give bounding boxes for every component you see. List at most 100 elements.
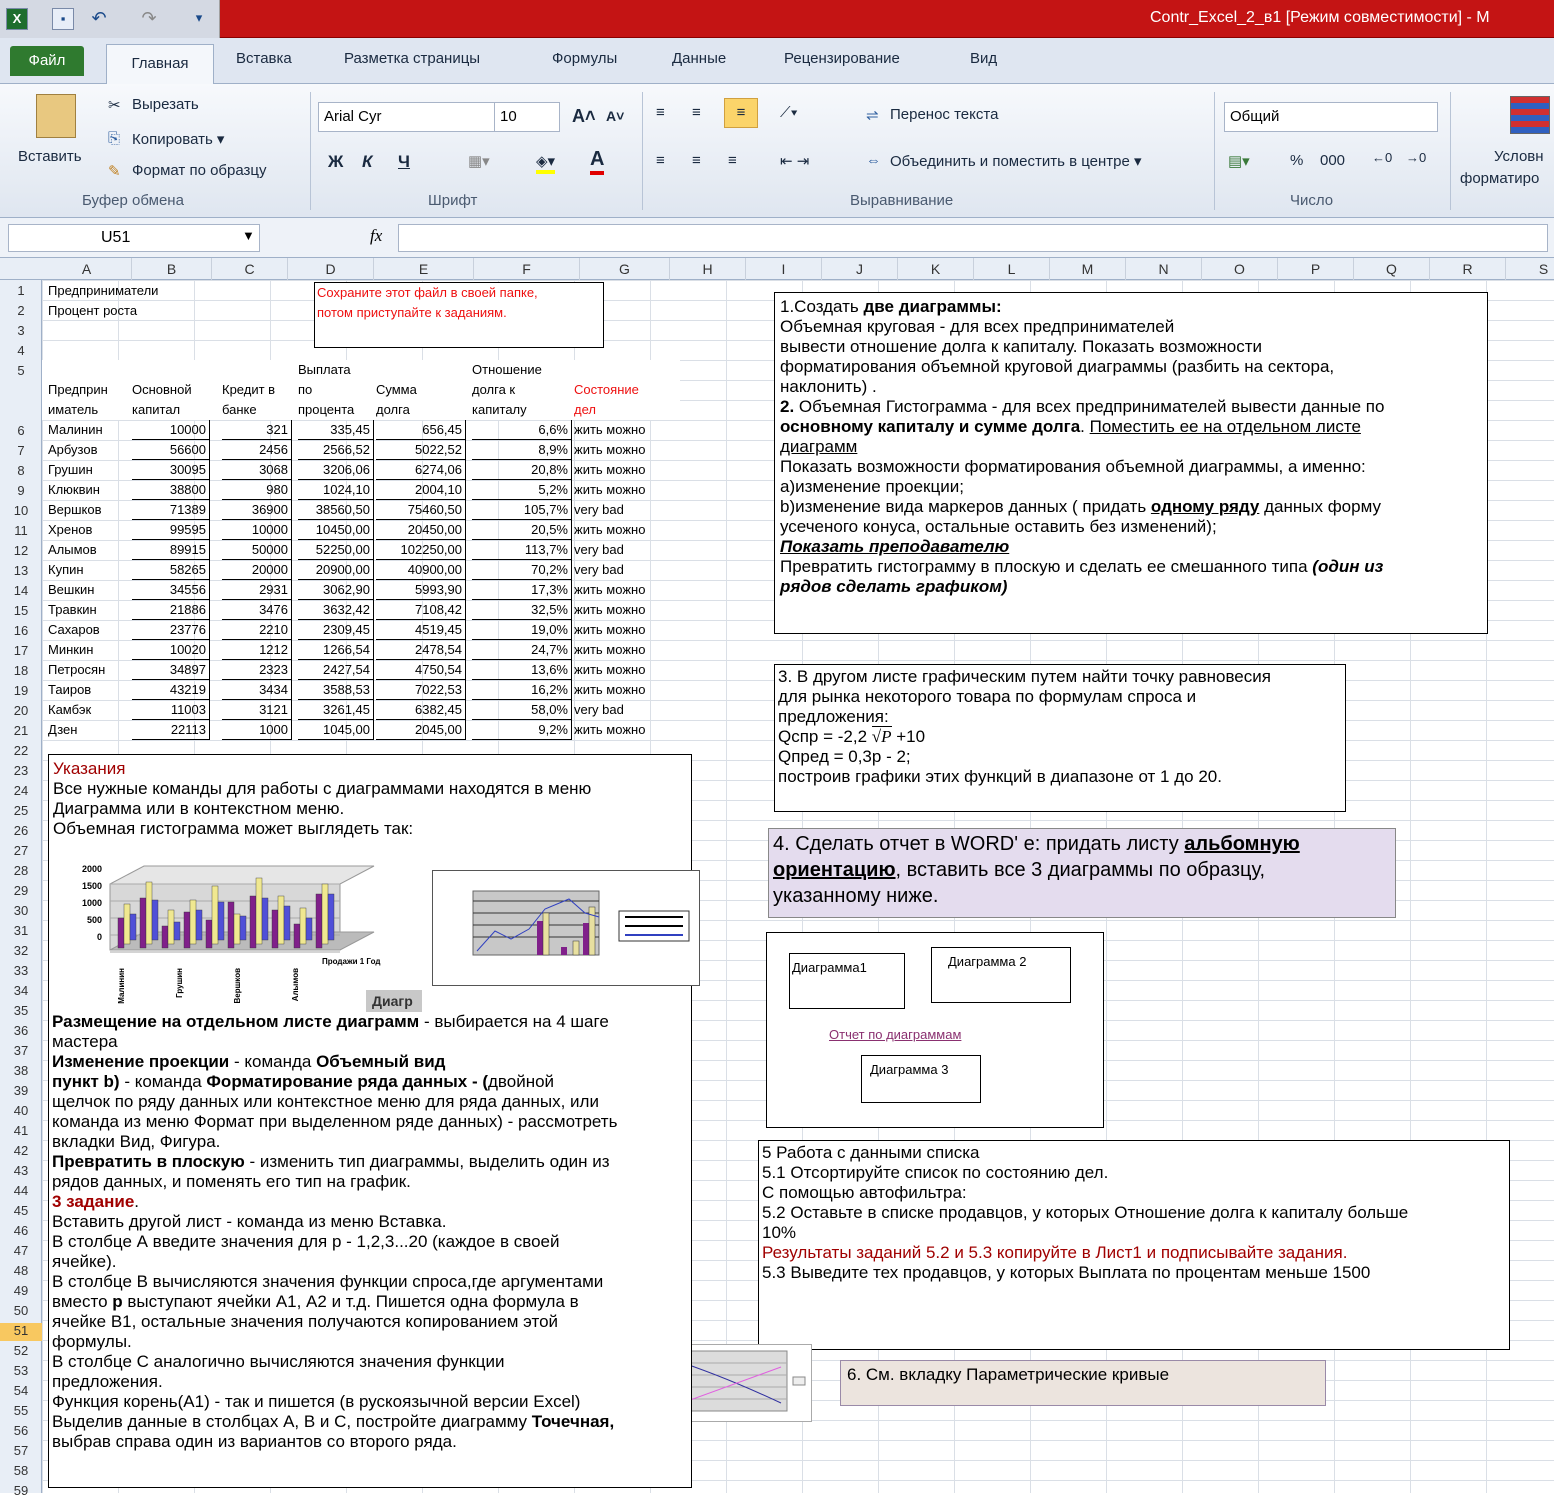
row-header[interactable]: 3	[0, 323, 42, 341]
row-header[interactable]: 25	[0, 803, 42, 821]
table-cell[interactable]: 1266,54	[298, 640, 374, 660]
table-cell[interactable]: 335,45	[298, 420, 374, 440]
table-cell[interactable]: Сахаров	[48, 620, 132, 640]
table-cell[interactable]: Таиров	[48, 680, 132, 700]
thousands-button[interactable]: 000	[1320, 152, 1345, 169]
table-cell[interactable]: 3206,06	[298, 460, 374, 480]
column-header[interactable]: C	[212, 258, 288, 280]
table-cell[interactable]: жить можно	[574, 640, 670, 660]
table-cell[interactable]: very bad	[574, 500, 670, 520]
row-header[interactable]: 35	[0, 1003, 42, 1021]
table-cell[interactable]: 105,7%	[472, 500, 572, 520]
table-cell[interactable]: 2931	[222, 580, 292, 600]
table-cell[interactable]: 321	[222, 420, 292, 440]
column-header[interactable]: K	[898, 258, 974, 280]
row-header[interactable]: 8	[0, 463, 42, 481]
row-header[interactable]: 14	[0, 583, 42, 601]
row-header[interactable]: 5	[0, 363, 42, 381]
column-header[interactable]: H	[670, 258, 746, 280]
number-format-select[interactable]: Общий	[1224, 102, 1438, 132]
table-cell[interactable]: 6382,45	[376, 700, 466, 720]
row-header[interactable]: 54	[0, 1383, 42, 1401]
table-cell[interactable]: 2478,54	[376, 640, 466, 660]
row-header[interactable]: 13	[0, 563, 42, 581]
bold-button[interactable]: Ж	[328, 152, 343, 172]
row-header[interactable]: 46	[0, 1223, 42, 1241]
table-cell[interactable]: 50000	[222, 540, 292, 560]
row-header[interactable]: 42	[0, 1143, 42, 1161]
column-header[interactable]: R	[1430, 258, 1506, 280]
table-cell[interactable]: 3121	[222, 700, 292, 720]
row-header[interactable]: 23	[0, 763, 42, 781]
column-header[interactable]: M	[1050, 258, 1126, 280]
row-header[interactable]: 4	[0, 343, 42, 361]
tab-formulas[interactable]: Формулы	[552, 50, 617, 67]
table-cell[interactable]: Купин	[48, 560, 132, 580]
name-box-dropdown-icon[interactable]: ▼	[242, 228, 255, 243]
row-header[interactable]: 49	[0, 1283, 42, 1301]
save-icon[interactable]: ▪	[52, 8, 74, 30]
table-cell[interactable]: 5993,90	[376, 580, 466, 600]
row-header[interactable]: 29	[0, 883, 42, 901]
table-cell[interactable]: 20900,00	[298, 560, 374, 580]
table-cell[interactable]: 3632,42	[298, 600, 374, 620]
table-cell[interactable]: Дзен	[48, 720, 132, 740]
tab-home[interactable]: Главная	[106, 44, 214, 85]
row-header[interactable]: 22	[0, 743, 42, 761]
table-cell[interactable]: 16,2%	[472, 680, 572, 700]
increase-decimal-icon[interactable]: ←0	[1372, 150, 1392, 165]
table-cell[interactable]: жить можно	[574, 440, 670, 460]
row-header[interactable]: 41	[0, 1123, 42, 1141]
table-cell[interactable]: 980	[222, 480, 292, 500]
row-header[interactable]: 10	[0, 503, 42, 521]
merge-icon[interactable]: ⇔	[866, 152, 881, 169]
table-cell[interactable]: Минкин	[48, 640, 132, 660]
tab-file[interactable]: Файл	[10, 46, 84, 76]
table-cell[interactable]: жить можно	[574, 720, 670, 740]
row-header[interactable]: 51	[0, 1323, 42, 1341]
row-header[interactable]: 1	[0, 283, 42, 301]
table-cell[interactable]: 6274,06	[376, 460, 466, 480]
table-cell[interactable]: 10450,00	[298, 520, 374, 540]
paste-button[interactable]: Вставить	[18, 148, 82, 165]
table-cell[interactable]: жить можно	[574, 480, 670, 500]
table-cell[interactable]: 2456	[222, 440, 292, 460]
row-header[interactable]: 44	[0, 1183, 42, 1201]
table-cell[interactable]: 2045,00	[376, 720, 466, 740]
table-cell[interactable]: Травкин	[48, 600, 132, 620]
table-cell[interactable]: 32,5%	[472, 600, 572, 620]
column-header[interactable]: O	[1202, 258, 1278, 280]
table-cell[interactable]: 20,5%	[472, 520, 572, 540]
table-cell[interactable]: 23776	[132, 620, 210, 640]
row-header[interactable]: 11	[0, 523, 42, 541]
table-cell[interactable]: 19,0%	[472, 620, 572, 640]
combo-chart-thumbnail[interactable]	[432, 870, 700, 986]
report-link[interactable]: Отчет по диаграммам	[829, 1025, 961, 1045]
table-cell[interactable]: very bad	[574, 540, 670, 560]
row-header[interactable]: 24	[0, 783, 42, 801]
column-header[interactable]: B	[132, 258, 212, 280]
cell-a2[interactable]: Процент роста	[48, 301, 137, 321]
orientation-icon[interactable]: ⟋▾	[780, 104, 798, 121]
table-cell[interactable]: Петросян	[48, 660, 132, 680]
italic-button[interactable]: К	[362, 152, 372, 172]
row-header[interactable]: 55	[0, 1403, 42, 1421]
underline-button[interactable]: Ч	[398, 152, 410, 172]
customize-qat-icon[interactable]: ▾	[188, 8, 210, 30]
table-cell[interactable]: жить можно	[574, 660, 670, 680]
table-cell[interactable]: 22113	[132, 720, 210, 740]
table-cell[interactable]: 17,3%	[472, 580, 572, 600]
table-cell[interactable]: 4750,54	[376, 660, 466, 680]
row-header[interactable]: 37	[0, 1043, 42, 1061]
row-header[interactable]: 18	[0, 663, 42, 681]
row-header[interactable]: 20	[0, 703, 42, 721]
table-cell[interactable]: 1212	[222, 640, 292, 660]
percent-button[interactable]: %	[1290, 152, 1303, 169]
table-cell[interactable]: 3588,53	[298, 680, 374, 700]
table-cell[interactable]: жить можно	[574, 600, 670, 620]
table-cell[interactable]: 38560,50	[298, 500, 374, 520]
table-cell[interactable]: 1024,10	[298, 480, 374, 500]
table-cell[interactable]: Малинин	[48, 420, 132, 440]
cut-icon[interactable]: ✂	[108, 96, 121, 114]
row-header[interactable]: 12	[0, 543, 42, 561]
